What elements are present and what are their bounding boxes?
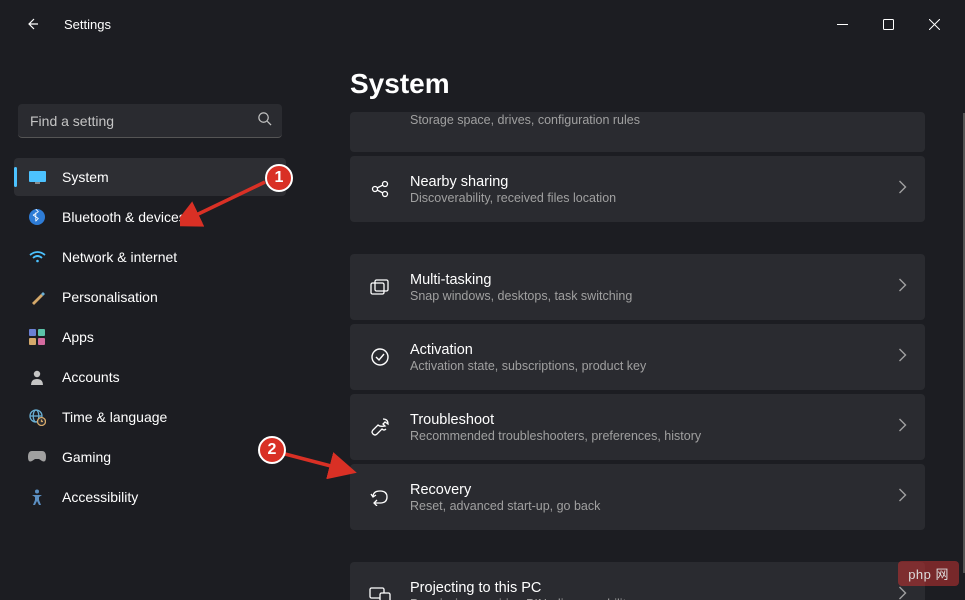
setting-card-recovery[interactable]: Recovery Reset, advanced start-up, go ba… [350, 464, 925, 530]
sidebar-item-system[interactable]: System [14, 158, 286, 196]
setting-text: Activation Activation state, subscriptio… [410, 342, 880, 373]
chevron-right-icon [898, 488, 907, 507]
main-container: System Bluetooth & devices Network & int… [0, 48, 965, 600]
monitor-icon [28, 168, 46, 186]
app-title: Settings [64, 17, 111, 32]
setting-desc: Discoverability, received files location [410, 191, 880, 205]
minimize-icon [837, 19, 848, 30]
sidebar-item-label: Accessibility [62, 489, 138, 505]
annotation-badge-1: 1 [265, 164, 293, 192]
settings-list: Storage space, drives, configuration rul… [350, 112, 925, 600]
chevron-right-icon [898, 278, 907, 297]
maximize-icon [883, 19, 894, 30]
close-icon [929, 19, 940, 30]
setting-desc: Reset, advanced start-up, go back [410, 499, 880, 513]
sidebar-item-accounts[interactable]: Accounts [14, 358, 286, 396]
sidebar-item-accessibility[interactable]: Accessibility [14, 478, 286, 516]
sidebar-item-label: Apps [62, 329, 94, 345]
recovery-icon [368, 488, 392, 506]
paintbrush-icon [28, 288, 46, 306]
setting-card-troubleshoot[interactable]: Troubleshoot Recommended troubleshooters… [350, 394, 925, 460]
close-button[interactable] [911, 8, 957, 40]
sidebar-item-label: Gaming [62, 449, 111, 465]
back-button[interactable] [16, 8, 48, 40]
setting-text: Troubleshoot Recommended troubleshooters… [410, 412, 880, 443]
sidebar-item-label: Time & language [62, 409, 167, 425]
sidebar-item-apps[interactable]: Apps [14, 318, 286, 356]
sidebar-item-label: Accounts [62, 369, 120, 385]
share-icon [368, 179, 392, 199]
content-area: System Storage space, drives, configurat… [300, 48, 965, 600]
accessibility-icon [28, 488, 46, 506]
chevron-right-icon [898, 418, 907, 437]
setting-title: Nearby sharing [410, 174, 880, 190]
setting-desc: Activation state, subscriptions, product… [410, 359, 880, 373]
setting-card-multitasking[interactable]: Multi-tasking Snap windows, desktops, ta… [350, 254, 925, 320]
sidebar-item-label: System [62, 169, 109, 185]
setting-title: Projecting to this PC [410, 580, 880, 596]
back-arrow-icon [24, 16, 40, 32]
grid-icon [28, 328, 46, 346]
sidebar-item-label: Bluetooth & devices [62, 209, 186, 225]
wifi-icon [28, 248, 46, 266]
sidebar-item-label: Personalisation [62, 289, 158, 305]
setting-title: Troubleshoot [410, 412, 880, 428]
titlebar-left: Settings [8, 8, 111, 40]
setting-text: Multi-tasking Snap windows, desktops, ta… [410, 272, 880, 303]
wrench-icon [368, 417, 392, 437]
check-circle-icon [368, 347, 392, 367]
maximize-button[interactable] [865, 8, 911, 40]
search-icon [257, 111, 272, 131]
sidebar-item-personalisation[interactable]: Personalisation [14, 278, 286, 316]
sidebar-item-network[interactable]: Network & internet [14, 238, 286, 276]
minimize-button[interactable] [819, 8, 865, 40]
globe-clock-icon [28, 408, 46, 426]
setting-text: Projecting to this PC Permissions, pairi… [410, 580, 880, 600]
setting-card-nearby-sharing[interactable]: Nearby sharing Discoverability, received… [350, 156, 925, 222]
page-title: System [350, 68, 925, 100]
sidebar-item-time-language[interactable]: Time & language [14, 398, 286, 436]
person-icon [28, 368, 46, 386]
chevron-right-icon [898, 586, 907, 600]
search-container [18, 104, 282, 138]
bluetooth-icon [28, 208, 46, 226]
project-icon [368, 587, 392, 600]
setting-desc: Permissions, pairing PIN, discoverabilit… [410, 597, 880, 600]
setting-card-storage[interactable]: Storage space, drives, configuration rul… [350, 112, 925, 152]
setting-desc: Snap windows, desktops, task switching [410, 289, 880, 303]
setting-text: Recovery Reset, advanced start-up, go ba… [410, 482, 880, 513]
setting-text: Storage space, drives, configuration rul… [410, 112, 907, 127]
window-controls [819, 8, 957, 40]
watermark: php 网 [898, 561, 959, 586]
setting-text: Nearby sharing Discoverability, received… [410, 174, 880, 205]
titlebar: Settings [0, 0, 965, 48]
multitask-icon [368, 279, 392, 296]
nav-list: System Bluetooth & devices Network & int… [8, 152, 292, 522]
setting-card-projecting[interactable]: Projecting to this PC Permissions, pairi… [350, 562, 925, 600]
search-input[interactable] [18, 104, 282, 138]
chevron-right-icon [898, 180, 907, 199]
sidebar: System Bluetooth & devices Network & int… [0, 48, 300, 600]
setting-title: Multi-tasking [410, 272, 880, 288]
setting-title: Activation [410, 342, 880, 358]
setting-card-activation[interactable]: Activation Activation state, subscriptio… [350, 324, 925, 390]
sidebar-item-gaming[interactable]: Gaming [14, 438, 286, 476]
sidebar-item-bluetooth[interactable]: Bluetooth & devices [14, 198, 286, 236]
setting-desc: Storage space, drives, configuration rul… [410, 113, 907, 127]
setting-title: Recovery [410, 482, 880, 498]
setting-desc: Recommended troubleshooters, preferences… [410, 429, 880, 443]
chevron-right-icon [898, 348, 907, 367]
sidebar-item-label: Network & internet [62, 249, 177, 265]
annotation-badge-2: 2 [258, 436, 286, 464]
gamepad-icon [28, 448, 46, 466]
